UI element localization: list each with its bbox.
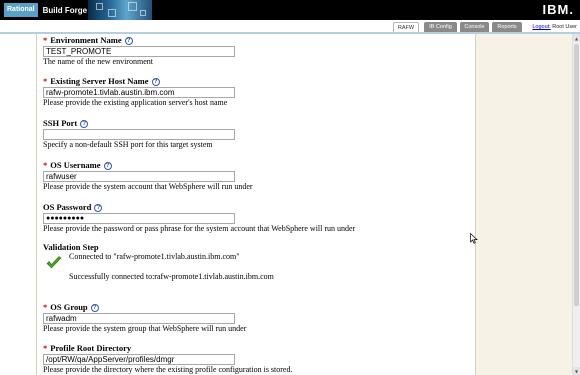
validation-step-label: Validation Step bbox=[43, 242, 99, 252]
os-password-label: OS Password bbox=[43, 202, 92, 212]
help-icon[interactable]: ? bbox=[90, 304, 99, 312]
os-group-input[interactable] bbox=[43, 313, 235, 324]
help-icon[interactable]: ? bbox=[80, 120, 89, 128]
os-username-field: *OS Username? Please provide the system … bbox=[43, 160, 253, 192]
tab-bar: RAFW IB Config Console Reports Logout: R… bbox=[0, 20, 580, 32]
ibm-logo: IBM. bbox=[542, 2, 574, 17]
profile-root-input[interactable] bbox=[43, 354, 235, 365]
ssh-port-input[interactable] bbox=[43, 129, 235, 140]
tab-reports[interactable]: Reports bbox=[492, 22, 522, 32]
os-username-label: OS Username bbox=[50, 160, 101, 170]
brand-rational: Rational bbox=[4, 3, 38, 17]
product-brand: Rational Build Forge bbox=[0, 0, 87, 20]
tab-ib-config[interactable]: IB Config bbox=[424, 22, 457, 32]
side-panel bbox=[475, 34, 572, 375]
logout-link[interactable]: Logout: bbox=[532, 24, 550, 30]
required-marker: * bbox=[43, 35, 48, 45]
validation-connected-message: Connected to "rafw-promote1.tivlab.austi… bbox=[69, 252, 240, 261]
current-user: Root User bbox=[552, 24, 577, 30]
mouse-cursor-icon bbox=[470, 233, 478, 244]
tab-rafw[interactable]: RAFW bbox=[393, 22, 419, 32]
help-icon[interactable]: ? bbox=[124, 37, 133, 45]
scroll-up-icon[interactable]: ▲ bbox=[573, 34, 580, 42]
checkmark-icon bbox=[46, 256, 62, 269]
server-host-label: Existing Server Host Name bbox=[50, 76, 149, 86]
environment-name-label: Environment Name bbox=[50, 35, 122, 45]
server-host-field: *Existing Server Host Name? Please provi… bbox=[43, 76, 235, 108]
os-username-description: Please provide the system account that W… bbox=[43, 182, 253, 191]
help-icon[interactable]: ? bbox=[103, 162, 112, 170]
ssh-port-description: Specify a non-default SSH port for this … bbox=[43, 140, 213, 149]
tab-console[interactable]: Console bbox=[460, 22, 489, 32]
server-host-input[interactable] bbox=[43, 87, 235, 98]
validation-step: Validation Step bbox=[43, 242, 99, 252]
help-icon[interactable]: ? bbox=[94, 204, 103, 212]
profile-root-description: Please provide the directory where the e… bbox=[43, 365, 293, 374]
environment-name-input[interactable] bbox=[43, 46, 235, 57]
help-icon[interactable]: ? bbox=[151, 78, 160, 86]
brand-product-name: Build Forge bbox=[42, 5, 88, 15]
environment-name-description: The name of the new environment bbox=[43, 57, 153, 66]
form-content: *Environment Name? The name of the new e… bbox=[37, 34, 475, 375]
left-gutter bbox=[0, 34, 37, 375]
os-password-input[interactable] bbox=[43, 213, 235, 224]
required-marker: * bbox=[43, 343, 48, 353]
scroll-down-icon[interactable]: ▼ bbox=[573, 367, 580, 375]
os-group-description: Please provide the system group that Web… bbox=[43, 324, 247, 333]
required-marker: * bbox=[43, 302, 48, 312]
ssh-port-label: SSH Port bbox=[43, 118, 78, 128]
environment-name-field: *Environment Name? The name of the new e… bbox=[43, 35, 235, 67]
os-password-field: OS Password? Please provide the password… bbox=[43, 202, 355, 234]
profile-root-field: *Profile Root Directory Please provide t… bbox=[43, 343, 292, 375]
vertical-scrollbar[interactable]: ▲ ▼ bbox=[572, 34, 580, 375]
os-password-description: Please provide the password or pass phra… bbox=[43, 224, 356, 233]
required-marker: * bbox=[43, 76, 48, 86]
profile-root-label: Profile Root Directory bbox=[50, 343, 132, 353]
os-username-input[interactable] bbox=[43, 171, 235, 182]
validation-success-message: Successfully connected to:rafw-promote1.… bbox=[69, 272, 274, 281]
banner-artwork bbox=[88, 0, 152, 20]
os-group-label: OS Group bbox=[50, 302, 88, 312]
scroll-thumb[interactable] bbox=[574, 44, 579, 306]
session-info: Logout: Root User bbox=[532, 22, 577, 32]
top-banner: Rational Build Forge IBM. bbox=[0, 0, 580, 20]
required-marker: * bbox=[43, 160, 48, 170]
server-host-description: Please provide the existing application … bbox=[43, 98, 228, 107]
os-group-field: *OS Group? Please provide the system gro… bbox=[43, 302, 246, 334]
ssh-port-field: SSH Port? Specify a non-default SSH port… bbox=[43, 118, 235, 150]
